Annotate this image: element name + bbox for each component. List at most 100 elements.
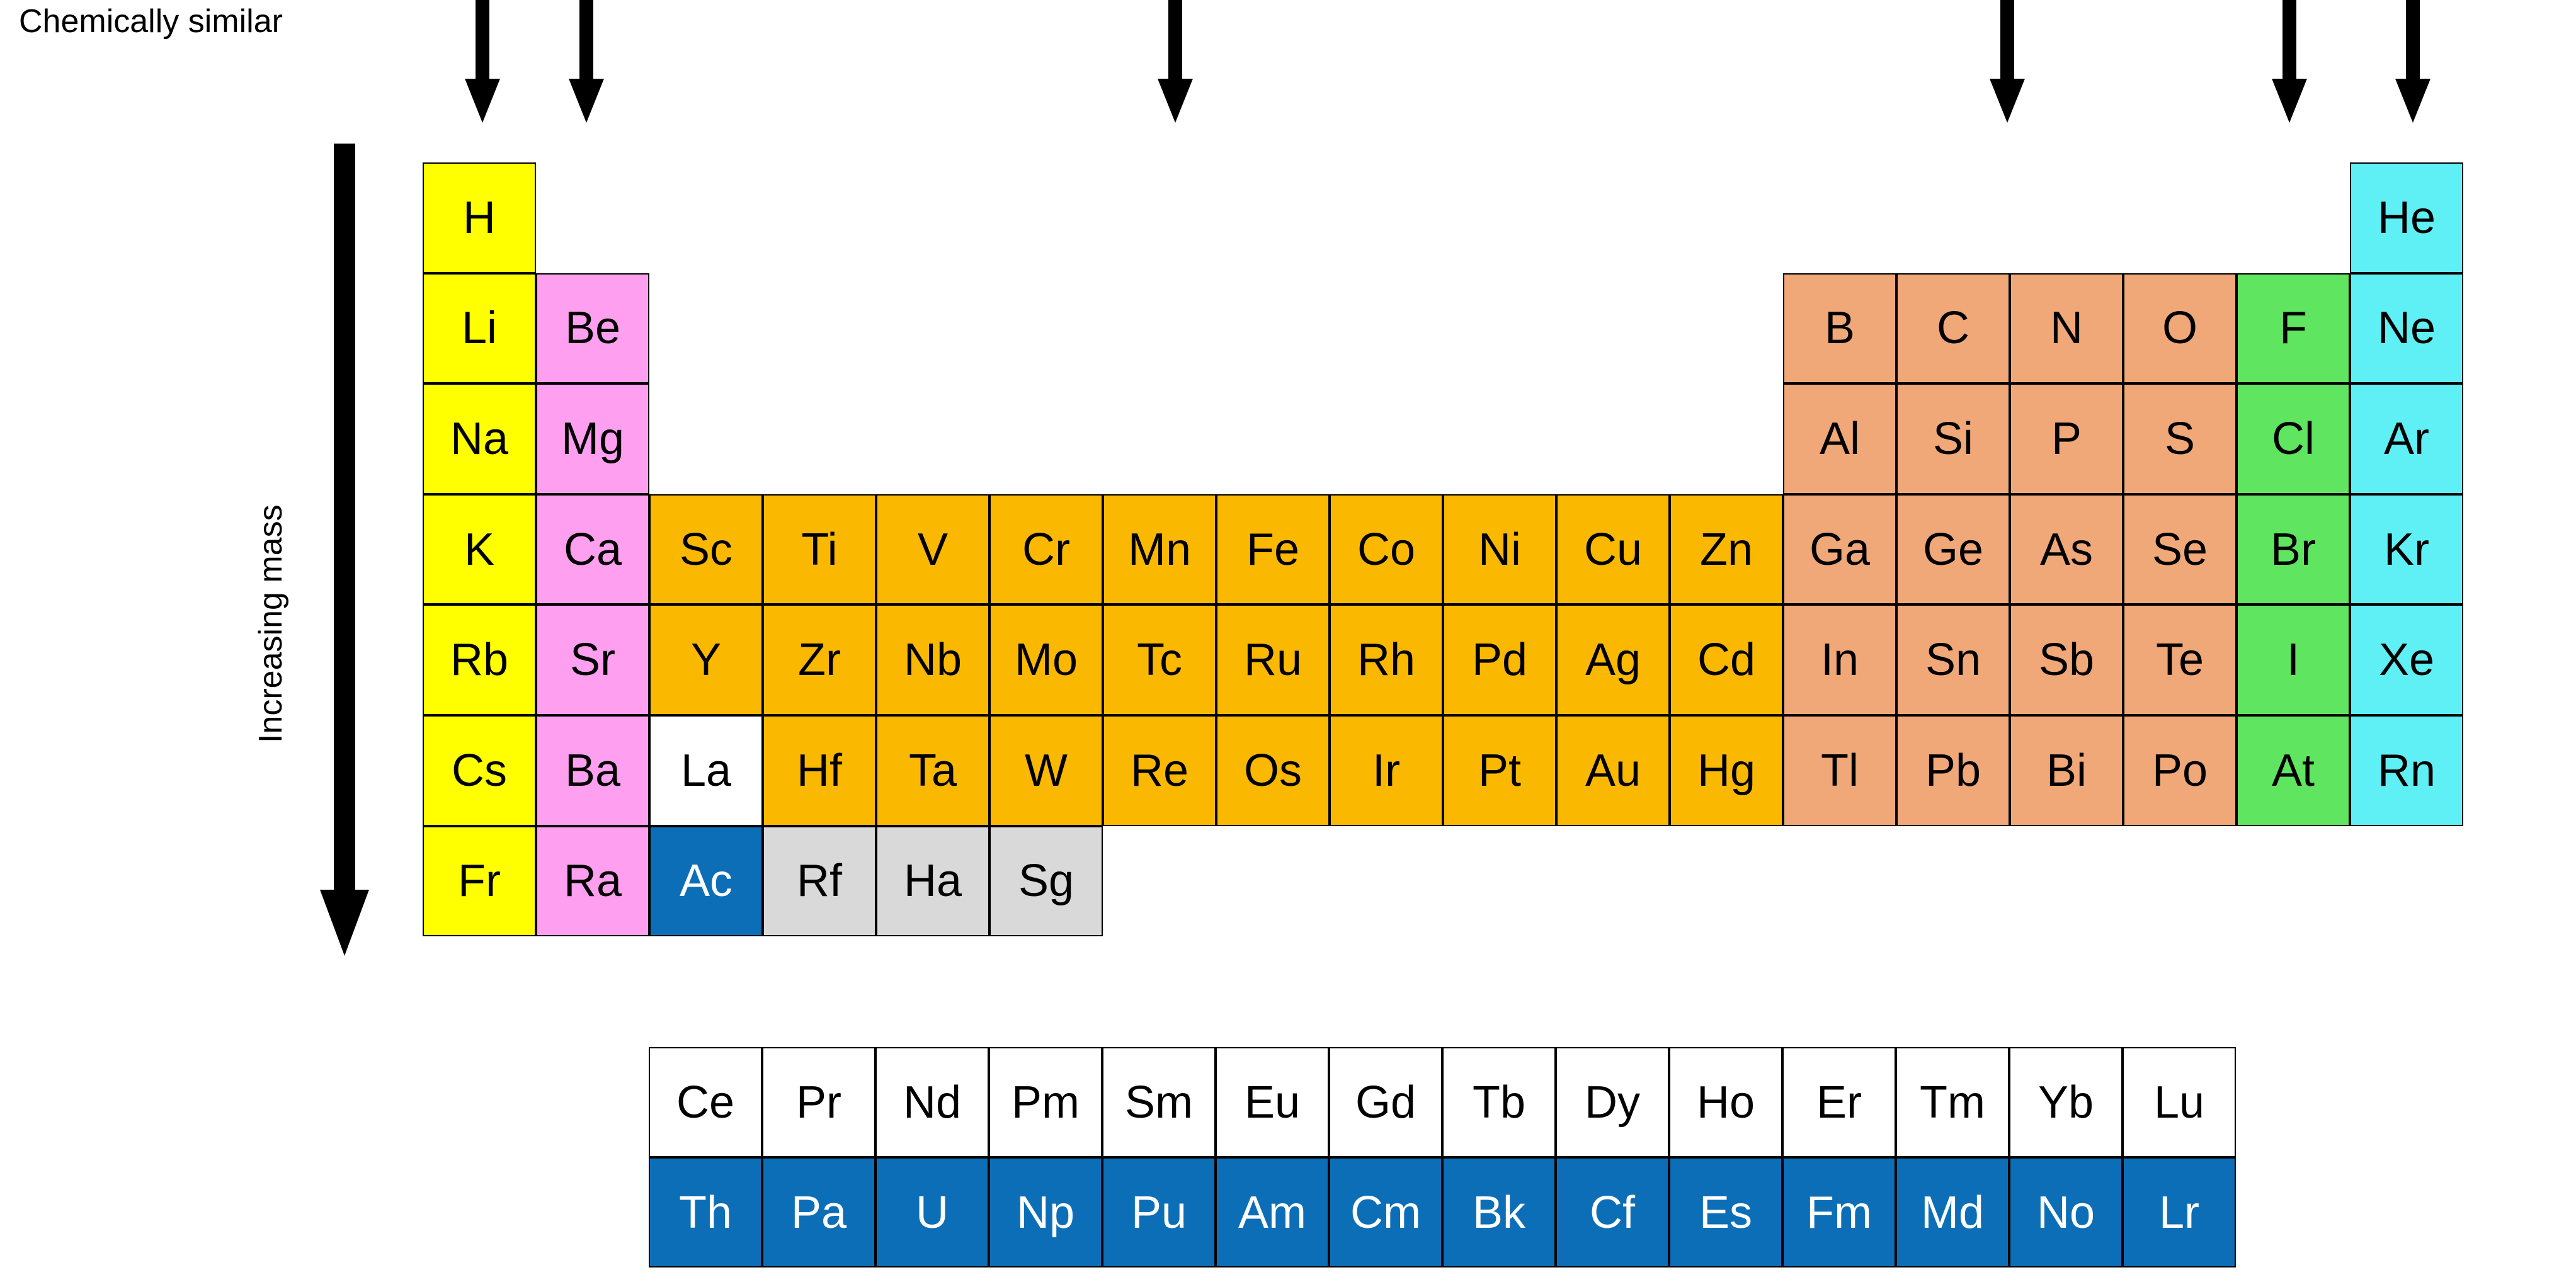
element-cell-ir[interactable]: Ir xyxy=(1330,715,1443,826)
element-cell-lr[interactable]: Lr xyxy=(2123,1157,2236,1267)
element-cell-ni[interactable]: Ni xyxy=(1443,494,1556,605)
element-cell-si[interactable]: Si xyxy=(1896,383,2010,494)
element-cell-b[interactable]: B xyxy=(1783,273,1896,384)
element-cell-sc[interactable]: Sc xyxy=(649,494,763,605)
element-cell-bk[interactable]: Bk xyxy=(1442,1157,1556,1267)
element-cell-rf[interactable]: Rf xyxy=(763,825,876,937)
element-cell-ru[interactable]: Ru xyxy=(1216,604,1330,715)
element-cell-cd[interactable]: Cd xyxy=(1670,604,1783,715)
element-cell-rh[interactable]: Rh xyxy=(1330,604,1443,715)
element-cell-md[interactable]: Md xyxy=(1896,1157,2009,1267)
element-cell-rn[interactable]: Rn xyxy=(2350,715,2463,826)
element-cell-os[interactable]: Os xyxy=(1216,715,1330,826)
element-cell-cm[interactable]: Cm xyxy=(1329,1157,1442,1267)
element-cell-co[interactable]: Co xyxy=(1330,494,1443,605)
element-cell-no[interactable]: No xyxy=(2009,1157,2123,1267)
element-cell-f[interactable]: F xyxy=(2237,273,2350,384)
element-cell-ra[interactable]: Ra xyxy=(536,825,649,937)
element-cell-hg[interactable]: Hg xyxy=(1670,715,1783,826)
element-cell-am[interactable]: Am xyxy=(1216,1157,1329,1267)
element-cell-k[interactable]: K xyxy=(423,494,536,605)
element-cell-cs[interactable]: Cs xyxy=(423,715,536,826)
element-cell-te[interactable]: Te xyxy=(2123,604,2237,715)
element-cell-ha[interactable]: Ha xyxy=(876,825,989,937)
element-cell-rb[interactable]: Rb xyxy=(423,604,536,715)
element-cell-mn[interactable]: Mn xyxy=(1103,494,1216,605)
element-cell-lu[interactable]: Lu xyxy=(2123,1047,2236,1157)
element-cell-sg[interactable]: Sg xyxy=(989,825,1103,937)
element-cell-ga[interactable]: Ga xyxy=(1783,494,1896,605)
element-cell-zr[interactable]: Zr xyxy=(763,604,876,715)
element-cell-nd[interactable]: Nd xyxy=(875,1047,989,1157)
element-cell-pd[interactable]: Pd xyxy=(1443,604,1556,715)
element-cell-v[interactable]: V xyxy=(876,494,989,605)
element-cell-pb[interactable]: Pb xyxy=(1896,715,2010,826)
element-cell-al[interactable]: Al xyxy=(1783,383,1896,494)
element-cell-cl[interactable]: Cl xyxy=(2237,383,2350,494)
element-cell-tc[interactable]: Tc xyxy=(1103,604,1216,715)
element-cell-y[interactable]: Y xyxy=(649,604,763,715)
element-cell-cu[interactable]: Cu xyxy=(1556,494,1670,605)
element-cell-br[interactable]: Br xyxy=(2237,494,2350,605)
element-cell-h[interactable]: H xyxy=(423,162,536,273)
element-cell-sn[interactable]: Sn xyxy=(1896,604,2010,715)
element-cell-cr[interactable]: Cr xyxy=(989,494,1103,605)
element-cell-tl[interactable]: Tl xyxy=(1783,715,1896,826)
element-cell-ce[interactable]: Ce xyxy=(649,1047,762,1157)
element-cell-zn[interactable]: Zn xyxy=(1670,494,1783,605)
element-cell-pt[interactable]: Pt xyxy=(1443,715,1556,826)
element-cell-nb[interactable]: Nb xyxy=(876,604,989,715)
element-cell-kr[interactable]: Kr xyxy=(2350,494,2463,605)
element-cell-eu[interactable]: Eu xyxy=(1216,1047,1329,1157)
element-cell-ti[interactable]: Ti xyxy=(763,494,876,605)
element-cell-fm[interactable]: Fm xyxy=(1782,1157,1896,1267)
element-cell-fe[interactable]: Fe xyxy=(1216,494,1330,605)
element-cell-li[interactable]: Li xyxy=(423,273,536,384)
element-cell-mo[interactable]: Mo xyxy=(989,604,1103,715)
element-cell-se[interactable]: Se xyxy=(2123,494,2237,605)
element-cell-bi[interactable]: Bi xyxy=(2010,715,2123,826)
element-cell-er[interactable]: Er xyxy=(1782,1047,1896,1157)
element-cell-s[interactable]: S xyxy=(2123,383,2237,494)
element-cell-pm[interactable]: Pm xyxy=(989,1047,1102,1157)
element-cell-ta[interactable]: Ta xyxy=(876,715,989,826)
element-cell-ag[interactable]: Ag xyxy=(1556,604,1670,715)
element-cell-dy[interactable]: Dy xyxy=(1556,1047,1669,1157)
element-cell-yb[interactable]: Yb xyxy=(2009,1047,2123,1157)
element-cell-ca[interactable]: Ca xyxy=(536,494,649,605)
element-cell-i[interactable]: I xyxy=(2237,604,2350,715)
element-cell-ba[interactable]: Ba xyxy=(536,715,649,826)
element-cell-gd[interactable]: Gd xyxy=(1329,1047,1442,1157)
element-cell-he[interactable]: He xyxy=(2350,162,2463,273)
element-cell-na[interactable]: Na xyxy=(423,383,536,494)
element-cell-cf[interactable]: Cf xyxy=(1556,1157,1669,1267)
element-cell-p[interactable]: P xyxy=(2010,383,2123,494)
element-cell-mg[interactable]: Mg xyxy=(536,383,649,494)
element-cell-tb[interactable]: Tb xyxy=(1442,1047,1556,1157)
element-cell-o[interactable]: O xyxy=(2123,273,2237,384)
element-cell-ar[interactable]: Ar xyxy=(2350,383,2463,494)
element-cell-ac[interactable]: Ac xyxy=(649,825,763,937)
element-cell-pr[interactable]: Pr xyxy=(762,1047,875,1157)
element-cell-np[interactable]: Np xyxy=(989,1157,1102,1267)
element-cell-ge[interactable]: Ge xyxy=(1896,494,2010,605)
element-cell-tm[interactable]: Tm xyxy=(1896,1047,2009,1157)
element-cell-in[interactable]: In xyxy=(1783,604,1896,715)
element-cell-hf[interactable]: Hf xyxy=(763,715,876,826)
element-cell-pu[interactable]: Pu xyxy=(1102,1157,1216,1267)
element-cell-be[interactable]: Be xyxy=(536,273,649,384)
element-cell-sr[interactable]: Sr xyxy=(536,604,649,715)
element-cell-re[interactable]: Re xyxy=(1103,715,1216,826)
element-cell-as[interactable]: As xyxy=(2010,494,2123,605)
element-cell-sb[interactable]: Sb xyxy=(2010,604,2123,715)
element-cell-u[interactable]: U xyxy=(875,1157,989,1267)
element-cell-ne[interactable]: Ne xyxy=(2350,273,2463,384)
element-cell-po[interactable]: Po xyxy=(2123,715,2237,826)
element-cell-w[interactable]: W xyxy=(989,715,1103,826)
element-cell-es[interactable]: Es xyxy=(1669,1157,1782,1267)
element-cell-at[interactable]: At xyxy=(2237,715,2350,826)
element-cell-ho[interactable]: Ho xyxy=(1669,1047,1782,1157)
element-cell-n[interactable]: N xyxy=(2010,273,2123,384)
element-cell-pa[interactable]: Pa xyxy=(762,1157,875,1267)
element-cell-la[interactable]: La xyxy=(649,715,763,826)
